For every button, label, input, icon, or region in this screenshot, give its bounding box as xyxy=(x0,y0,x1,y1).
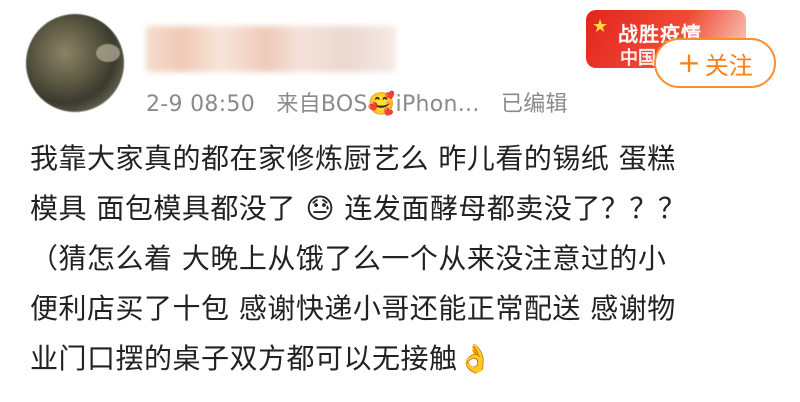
content-line: 我靠大家真的都在家修炼厨艺么 昨儿看的锡纸 蛋糕 xyxy=(30,142,676,175)
content-text: 连发面酵母都卖没了？？？ xyxy=(335,192,687,225)
content-line: 模具 面包模具都没了 😓 连发面酵母都卖没了？？？ xyxy=(30,184,780,234)
star-icon: ★ xyxy=(592,16,609,37)
user-avatar[interactable] xyxy=(26,14,124,112)
source-suffix: iPhon... xyxy=(395,92,480,117)
smiling-face-icon: 🥰 xyxy=(367,92,396,117)
content-line: 便利店买了十包 感谢快递小哥还能正常配送 感谢物 xyxy=(30,292,676,325)
avatar-detail xyxy=(96,44,120,62)
sweat-smile-icon: 😓 xyxy=(305,192,336,225)
follow-button[interactable]: + 关注 xyxy=(654,38,776,88)
content-text: 业门口摆的桌子双方都可以无接触 xyxy=(30,342,458,375)
badge-subtitle: 中国 xyxy=(620,48,656,68)
post-meta: 2-9 08:50 来自BOS🥰iPhon... 已编辑 xyxy=(146,86,568,118)
post-content: 我靠大家真的都在家修炼厨艺么 昨儿看的锡纸 蛋糕 模具 面包模具都没了 😓 连发… xyxy=(30,134,780,384)
post-time[interactable]: 2-9 08:50 xyxy=(146,92,255,117)
follow-label: 关注 xyxy=(704,51,753,80)
post-source: 来自BOS🥰iPhon... xyxy=(276,92,487,117)
edited-label[interactable]: 已编辑 xyxy=(501,92,568,117)
ok-hand-icon: 👌 xyxy=(457,342,493,375)
content-text: 模具 面包模具都没了 xyxy=(30,192,296,225)
plus-icon: + xyxy=(677,46,701,79)
content-line: （猜怎么着 大晚上从饿了么一个从来没注意过的小 xyxy=(30,242,667,275)
source-prefix: 来自BOS xyxy=(276,92,368,117)
username-blurred[interactable] xyxy=(146,26,396,72)
content-line: 业门口摆的桌子双方都可以无接触👌 xyxy=(30,334,780,384)
